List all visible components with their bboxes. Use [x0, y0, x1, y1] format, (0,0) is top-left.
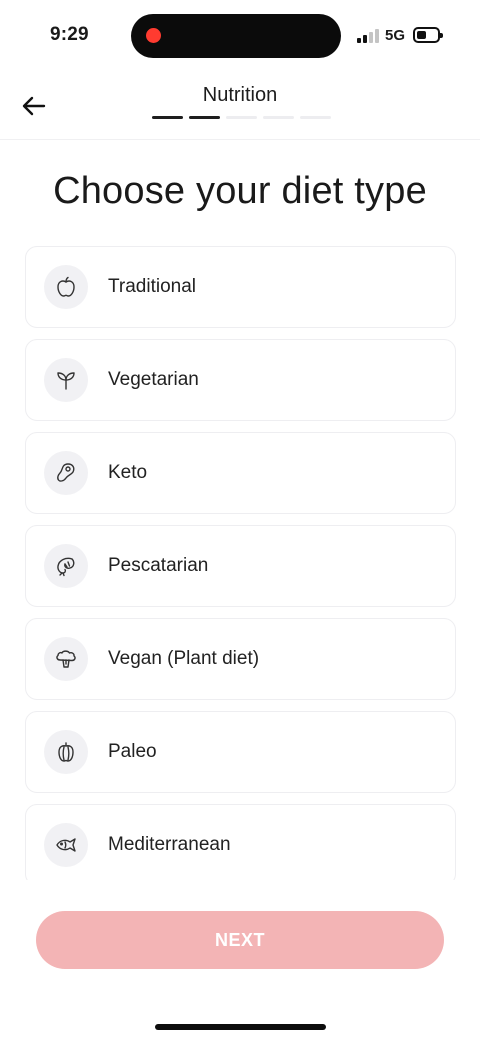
icon-circle: [44, 358, 88, 402]
network-type: 5G: [385, 27, 406, 44]
icon-circle: [44, 544, 88, 588]
recording-indicator-icon: [146, 28, 161, 43]
progress-segment: [226, 116, 257, 119]
sprout-icon: [57, 372, 75, 390]
icon-circle: [44, 730, 88, 774]
header-title: Nutrition: [202, 84, 278, 106]
option-label: Paleo: [108, 741, 157, 762]
option-label: Vegetarian: [108, 369, 199, 390]
progress-segment: [263, 116, 294, 119]
option-label: Pescatarian: [108, 555, 209, 576]
diet-option-paleo[interactable]: Paleo: [25, 711, 456, 793]
diet-option-mediterranean[interactable]: Mediterranean: [25, 804, 456, 880]
icon-circle: [44, 823, 88, 867]
diet-option-vegetarian[interactable]: Vegetarian: [25, 339, 456, 421]
battery-icon: [413, 27, 443, 43]
option-label: Mediterranean: [108, 834, 231, 855]
status-time: 9:29: [50, 24, 89, 45]
cellular-signal-icon: [357, 28, 379, 43]
diet-option-keto[interactable]: Keto: [25, 432, 456, 514]
icon-circle: [44, 637, 88, 681]
option-label: Vegan (Plant diet): [108, 648, 260, 669]
top-nav-header: Nutrition: [0, 72, 480, 140]
diet-options-list[interactable]: Traditional Vegetarian Keto Pescatarian …: [25, 246, 456, 880]
option-label: Traditional: [108, 276, 197, 297]
diet-option-pescatarian[interactable]: Pescatarian: [25, 525, 456, 607]
progress-segment: [300, 116, 331, 119]
step-progress-indicator: [152, 116, 331, 119]
diet-option-traditional[interactable]: Traditional: [25, 246, 456, 328]
shrimp-icon: [57, 557, 75, 577]
broccoli-icon: [56, 650, 76, 668]
steak-icon: [57, 463, 75, 482]
icon-circle: [44, 265, 88, 309]
icon-circle: [44, 451, 88, 495]
progress-segment: [152, 116, 183, 119]
fish-icon: [56, 838, 76, 852]
apple-icon: [57, 276, 75, 297]
home-indicator[interactable]: [155, 1024, 326, 1030]
progress-segment: [189, 116, 220, 119]
page-title: Choose your diet type: [53, 170, 427, 212]
pepper-icon: [58, 742, 74, 762]
diet-option-vegan[interactable]: Vegan (Plant diet): [25, 618, 456, 700]
next-button[interactable]: NEXT: [36, 911, 444, 969]
status-bar: 9:29 5G: [0, 0, 480, 72]
option-label: Keto: [108, 462, 148, 483]
dynamic-island: [131, 14, 341, 58]
